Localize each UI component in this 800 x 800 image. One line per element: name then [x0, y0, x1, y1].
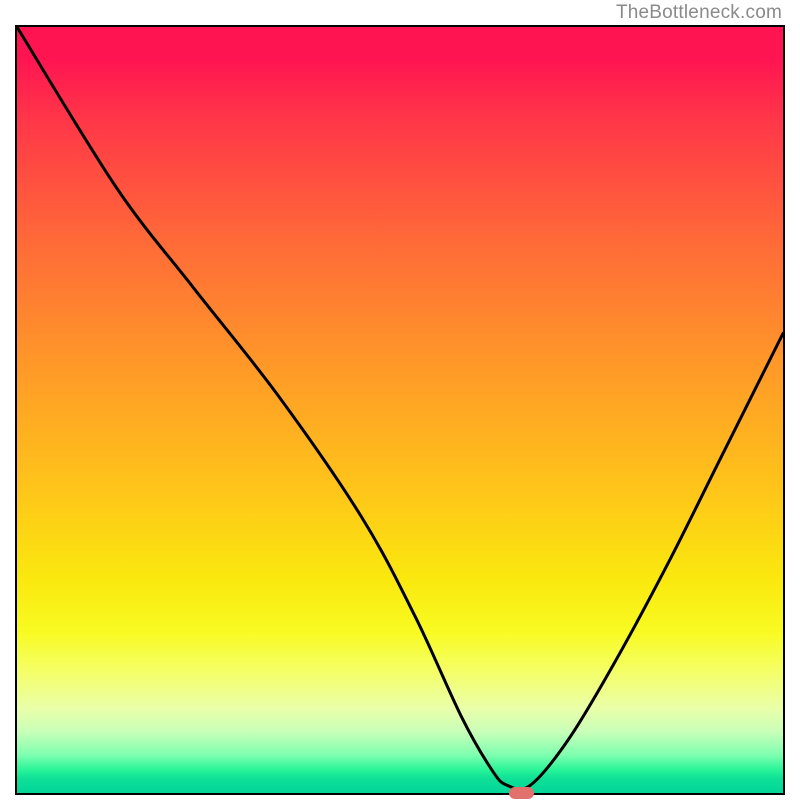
chart-frame — [15, 25, 785, 795]
bottleneck-curve — [17, 27, 783, 793]
optimal-point-marker — [509, 787, 534, 799]
watermark-text: TheBottleneck.com — [616, 2, 782, 24]
